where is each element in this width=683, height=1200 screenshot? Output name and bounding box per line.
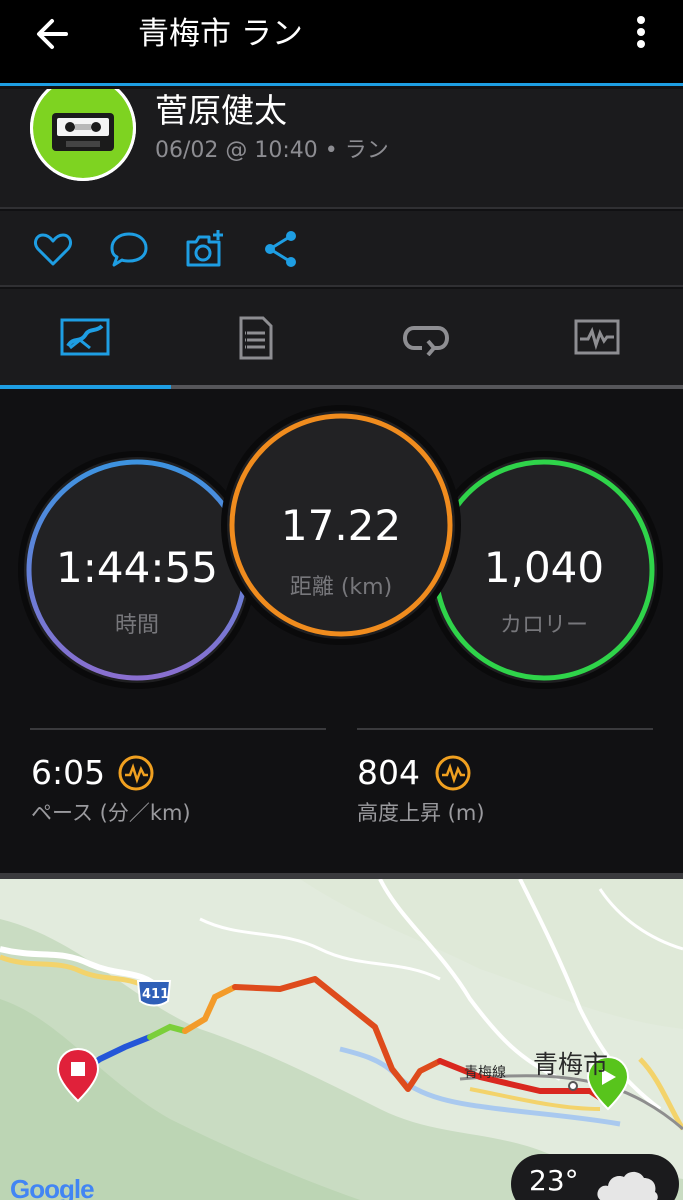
activity-datetime: 06/02 @ 10:40 • ラン [155,138,389,163]
distance-value: 17.22 [280,501,402,550]
pace-divider [30,728,326,730]
rail-line-label: 青梅線 [464,1065,506,1081]
calories-ring: 1,040 カロリー [431,457,657,683]
route-shield-label: 411 [142,987,170,1002]
details-list-icon [239,316,273,360]
activity-tabs [0,289,683,391]
page-title: 青梅市 ラン [138,16,303,52]
add-photo-icon [186,230,223,267]
cloud-icon [597,1171,658,1200]
distance-ring: 17.22 距離 (km) [227,411,455,639]
tab-laps[interactable] [341,289,511,387]
tab-overview[interactable] [0,289,170,387]
google-logo: Google [10,1174,95,1200]
stats-panel: 1:44:55 時間 1,040 カロリー 17.22 距離 (km) 6:05… [0,389,683,873]
top-app-bar: 青梅市 ラン [0,0,683,86]
avatar[interactable] [30,89,136,181]
activity-header: 菅原健太 06/02 @ 10:40 • ラン [0,89,683,209]
tab-details[interactable] [171,289,341,387]
weather-temperature: 23° [529,1164,579,1197]
elevation-activity-icon[interactable] [435,755,471,791]
elevation-divider [357,728,653,730]
more-options-button[interactable] [624,12,658,56]
overview-map-icon [60,318,110,356]
social-actions-bar [0,211,683,287]
laps-icon [402,326,450,356]
back-arrow-icon [37,19,68,49]
comment-icon [110,232,148,267]
time-ring: 1:44:55 時間 [24,457,250,683]
heart-icon [34,233,72,266]
comment-button[interactable] [107,227,151,271]
time-value: 1:44:55 [56,543,218,592]
weather-badge[interactable]: 23° [511,1154,679,1200]
pace-activity-icon[interactable] [118,755,154,791]
city-label: 青梅市 [533,1050,609,1079]
cassette-avatar-icon [30,89,136,181]
time-label: 時間 [114,613,159,638]
back-button[interactable] [28,12,78,56]
share-button[interactable] [259,227,303,271]
distance-label: 距離 (km) [289,575,393,600]
pace-value: 6:05 [31,753,106,792]
add-photo-button[interactable] [183,227,227,271]
tab-charts[interactable] [512,289,682,387]
map-canvas [0,879,683,1200]
route-map[interactable]: 411 青梅線 青梅市 [0,879,683,1200]
elevation-label: 高度上昇 (m) [357,801,485,825]
calories-value: 1,040 [483,543,605,592]
chart-icon [574,319,620,355]
more-vert-icon [637,16,645,48]
calories-label: カロリー [499,613,588,638]
elevation-value: 804 [357,753,420,792]
share-icon [265,231,296,267]
like-button[interactable] [31,227,75,271]
user-name[interactable]: 菅原健太 [155,91,287,131]
pace-label: ペース (分／km) [31,801,191,825]
